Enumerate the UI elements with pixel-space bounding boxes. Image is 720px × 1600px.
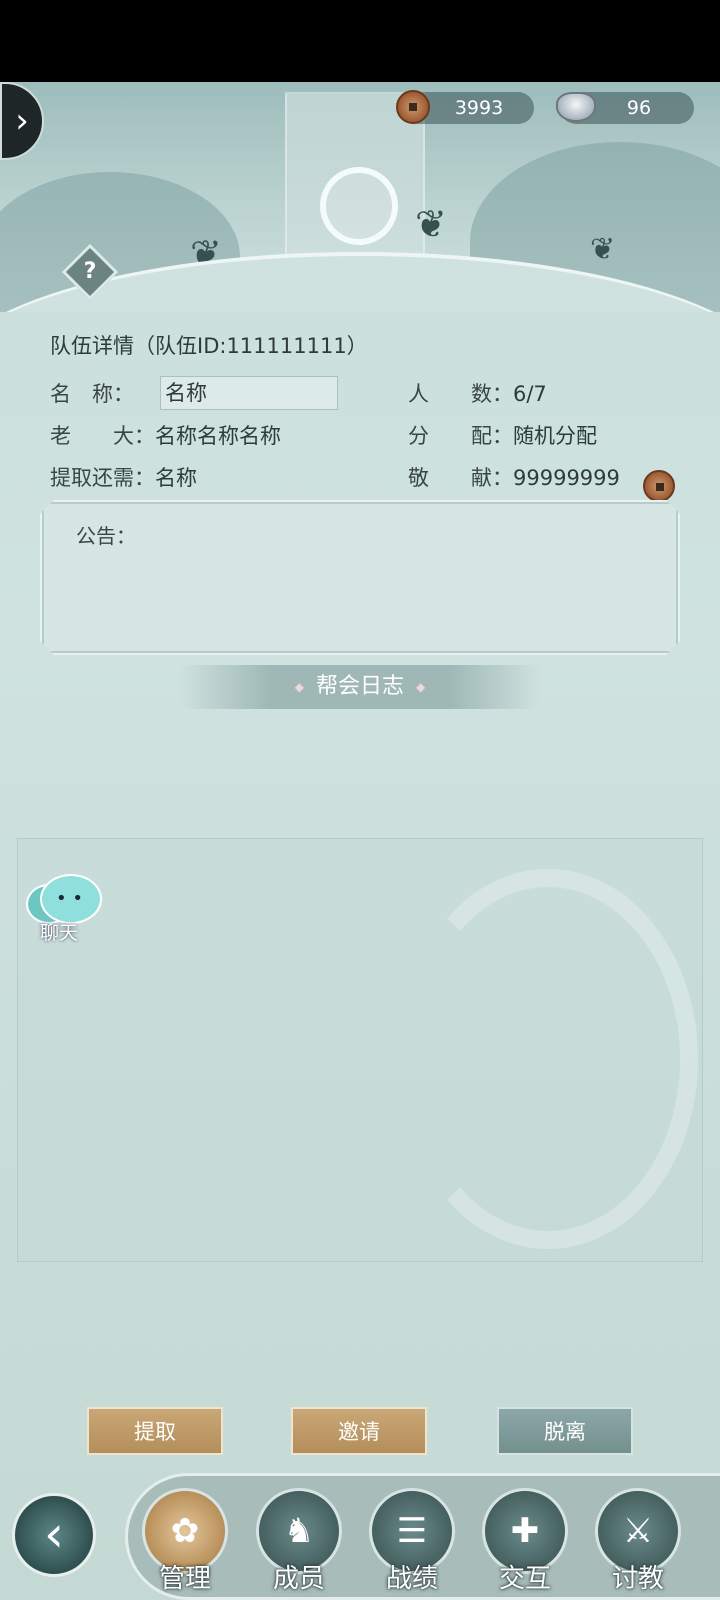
members-label: 人 数： xyxy=(408,382,513,406)
leader-value: 名称名称名称 xyxy=(155,424,281,448)
distribution-row: 分 配：随机分配 xyxy=(408,420,597,450)
nav-challenge[interactable]: ⚔ 讨教 xyxy=(593,1488,683,1600)
nav-interact[interactable]: ✚ 交互 xyxy=(480,1488,570,1600)
cloud-swirl-decoration xyxy=(398,869,698,1249)
leader-row: 老 大：名称名称名称 xyxy=(50,420,281,450)
nav-members[interactable]: ♞ 成员 xyxy=(254,1488,344,1600)
team-title: 队伍详情（队伍ID:111111111） xyxy=(50,334,368,358)
contribution-row: 敬 献：99999999 xyxy=(408,462,620,492)
chat-button[interactable]: • • 聊天 xyxy=(26,874,102,944)
leader-label: 老 大： xyxy=(50,424,155,448)
nav-label: 交互 xyxy=(498,1564,551,1594)
withdraw-value: 名称 xyxy=(155,466,197,490)
silver-value: 96 xyxy=(626,97,652,119)
withdraw-row: 提取还需：名称 xyxy=(50,462,197,492)
distribution-label: 分 配： xyxy=(408,424,513,448)
distribution-value: 随机分配 xyxy=(513,424,597,448)
swallow-icon: ❦ xyxy=(415,202,447,246)
nav-label: 管理 xyxy=(158,1564,211,1594)
swallow-icon: ❦ xyxy=(590,232,616,267)
nav-label: 战绩 xyxy=(385,1564,438,1594)
copper-coin-icon xyxy=(643,470,675,502)
copper-value: 3993 xyxy=(454,97,504,119)
smile-icon: • • xyxy=(56,888,83,909)
notice-panel: 公告： xyxy=(40,500,680,655)
notice-label: 公告： xyxy=(76,524,136,548)
name-label: 名 称： xyxy=(50,378,134,408)
withdraw-button[interactable]: 提取 xyxy=(87,1407,223,1455)
status-bar xyxy=(0,0,720,82)
withdraw-label: 提取还需： xyxy=(50,466,155,490)
diamond-icon: ◆ xyxy=(294,680,304,694)
team-name-field[interactable]: 名称 xyxy=(160,376,338,410)
members-row: 人 数：6/7 xyxy=(408,378,547,408)
invite-button[interactable]: 邀请 xyxy=(291,1407,427,1455)
contribution-value: 99999999 xyxy=(513,466,620,490)
chat-label: 聊天 xyxy=(40,922,79,944)
name-label-text: 名 称： xyxy=(50,382,134,406)
diamond-icon: ◆ xyxy=(416,680,426,694)
question-icon: ? xyxy=(83,259,97,284)
leave-button[interactable]: 脱离 xyxy=(497,1407,633,1455)
guild-log-list[interactable] xyxy=(17,838,703,1262)
nav-label: 讨教 xyxy=(611,1564,664,1594)
contribution-label: 敬 献： xyxy=(408,466,513,490)
guild-emblem-icon xyxy=(320,167,398,245)
copper-coin-icon xyxy=(396,90,430,124)
nav-manage[interactable]: ✿ 管理 xyxy=(140,1488,230,1600)
members-value: 6/7 xyxy=(513,382,547,406)
guild-log-header: ◆ 帮会日志 ◆ xyxy=(180,665,540,709)
back-button[interactable]: ‹ xyxy=(12,1493,96,1577)
silver-ingot-icon xyxy=(556,92,596,122)
nav-record[interactable]: ☰ 战绩 xyxy=(367,1488,457,1600)
nav-label: 成员 xyxy=(272,1564,325,1594)
guild-log-title: 帮会日志 xyxy=(315,674,404,699)
